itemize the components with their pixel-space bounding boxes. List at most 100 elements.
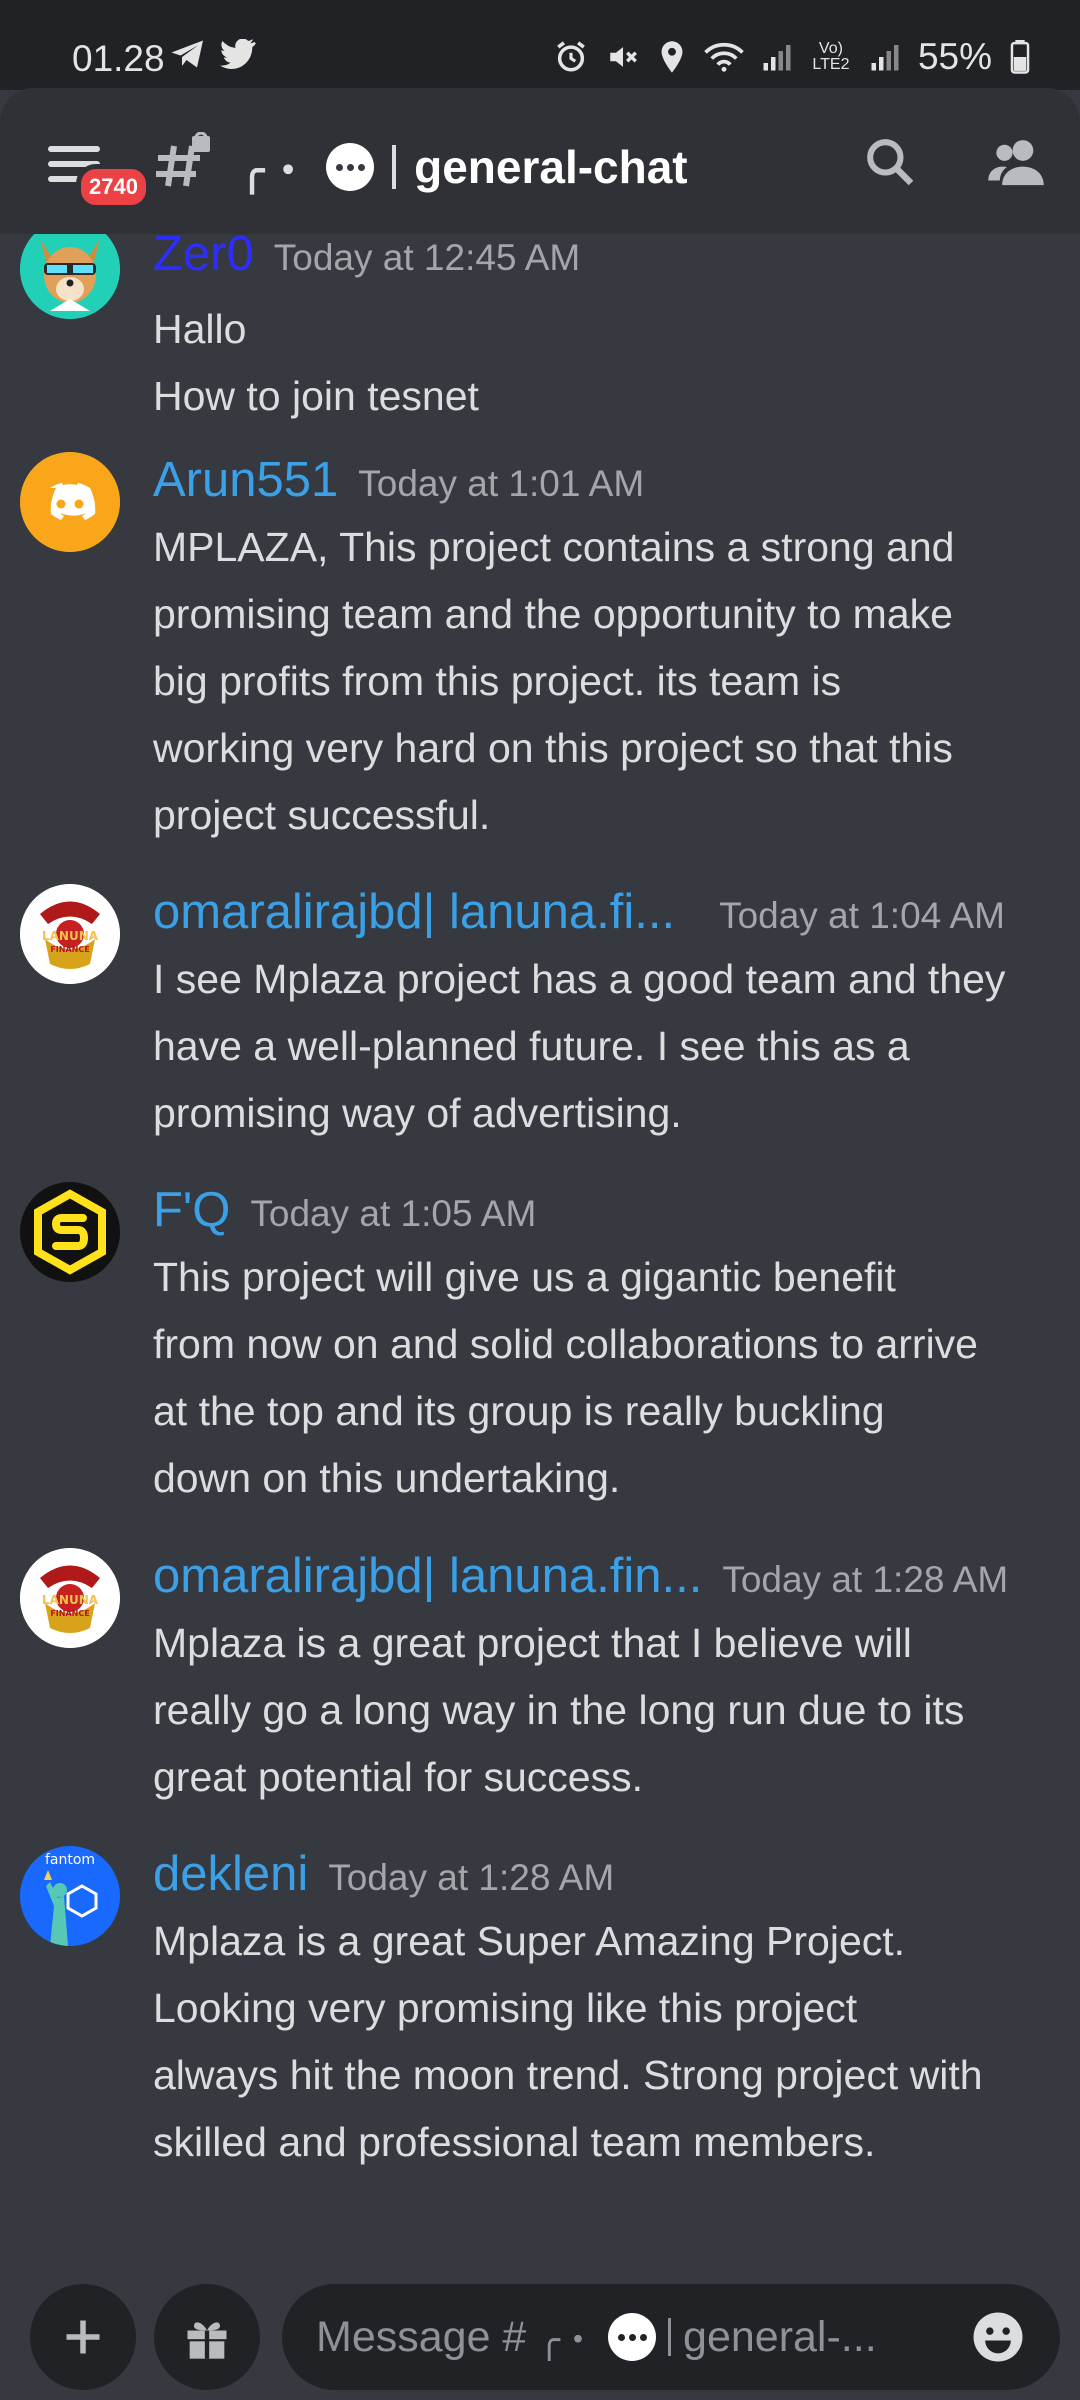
author-name[interactable]: dekleni [153, 1846, 308, 1902]
alarm-icon [557, 41, 585, 72]
avatar[interactable] [20, 452, 120, 552]
message-line: down on this undertaking. [153, 1455, 621, 1501]
status-left-icons [170, 38, 256, 70]
locked-channel-hash-icon [156, 132, 210, 187]
svg-text:fantom: fantom [45, 1852, 95, 1868]
message-line: always hit the moon trend. Strong projec… [153, 2052, 983, 2098]
status-bar: 01.28 Vo) LTE2 55% [0, 0, 1080, 90]
message-text: Mplaza is a great project that I believe… [153, 1610, 1063, 1811]
placeholder-suffix: general-... [683, 2312, 877, 2361]
emoji-icon[interactable] [970, 2309, 1026, 2365]
message-text: MPLAZA, This project contains a strong a… [153, 514, 1063, 849]
gift-button[interactable] [154, 2284, 260, 2390]
lanuna-finance-avatar-icon: LANUNA FINANCE [20, 1548, 120, 1648]
signal-icon-2 [871, 45, 899, 71]
discord-logo-icon [20, 452, 120, 552]
author-name[interactable]: F'Q [153, 1182, 230, 1238]
message-text: Mplaza is a great Super Amazing Project.… [153, 1908, 1063, 2176]
channel-title[interactable]: ╭・ general-chat [240, 132, 688, 202]
twitter-icon [220, 39, 256, 69]
message-line: promising team and the opportunity to ma… [153, 591, 953, 637]
speech-bubble-icon [608, 2313, 657, 2361]
author-name[interactable]: Zer0 [153, 234, 254, 282]
avatar[interactable] [20, 234, 120, 319]
lanuna-finance-avatar-icon: LANUNA FINANCE [20, 884, 120, 984]
message-line: working very hard on this project so tha… [153, 725, 953, 771]
message-line: project successful. [153, 792, 491, 838]
location-icon [661, 41, 683, 73]
status-time: 01.28 [72, 38, 165, 79]
message-line: Hallo [153, 306, 247, 352]
status-right-icons: Vo) LTE2 55% [554, 36, 1030, 78]
battery-level: 55% [917, 36, 992, 77]
avatar[interactable] [20, 1182, 120, 1282]
channel-divider [392, 145, 397, 189]
avatar[interactable]: fantom [20, 1846, 120, 1946]
message-line: have a well-planned future. I see this a… [153, 1023, 910, 1069]
hexagon-s-logo-icon [20, 1182, 120, 1282]
plus-icon [66, 2320, 100, 2354]
members-icon[interactable] [986, 134, 1046, 190]
avatar[interactable]: LANUNA FINANCE [20, 884, 120, 984]
author-name[interactable]: omaralirajbd| lanuna.fin... [153, 1548, 702, 1604]
message-header: F'Q Today at 1:05 AM [153, 1182, 536, 1238]
svg-text:LANUNA: LANUNA [42, 1593, 99, 1607]
network-type: Vo) LTE2 [812, 40, 850, 73]
mute-icon [610, 47, 637, 67]
search-icon[interactable] [862, 134, 918, 190]
message-line: great potential for success. [153, 1754, 643, 1800]
message-list[interactable]: Zer0 Today at 12:45 AM Hallo How to join… [0, 234, 1080, 2254]
svg-text:FINANCE: FINANCE [50, 1609, 89, 1618]
message-text: I see Mplaza project has a good team and… [153, 946, 1063, 1147]
author-name[interactable]: Arun551 [153, 452, 338, 508]
dog-avatar-icon [20, 234, 120, 319]
message-timestamp: Today at 1:04 AM [719, 895, 1005, 936]
avatar[interactable]: LANUNA FINANCE [20, 1548, 120, 1648]
signal-icon [763, 45, 791, 71]
message-line: This project will give us a gigantic ben… [153, 1254, 896, 1300]
channel-deco: ╭・ [240, 149, 313, 193]
message-line: Mplaza is a great Super Amazing Project. [153, 1918, 906, 1964]
message-timestamp: Today at 1:01 AM [358, 463, 645, 504]
message-text: This project will give us a gigantic ben… [153, 1244, 1063, 1512]
message-line: from now on and solid collaborations to … [153, 1321, 978, 1367]
fantom-statue-avatar-icon: fantom [20, 1846, 120, 1946]
battery-icon [1010, 40, 1030, 74]
wifi-icon [704, 42, 744, 72]
message-line: I see Mplaza project has a good team and… [153, 956, 1006, 1002]
message-line: skilled and professional team members. [153, 2119, 876, 2165]
message-header: Zer0 Today at 12:45 AM [153, 234, 580, 282]
gift-icon [187, 2322, 227, 2359]
message-line: really go a long way in the long run due… [153, 1687, 965, 1733]
message-line: MPLAZA, This project contains a strong a… [153, 524, 955, 570]
message-header: omaralirajbd| lanuna.fi... Today at 1:04… [153, 884, 1005, 940]
message-header: dekleni Today at 1:28 AM [153, 1846, 614, 1902]
message-header: Arun551 Today at 1:01 AM [153, 452, 644, 508]
speech-bubble-icon [326, 143, 375, 191]
channel-name: general-chat [414, 141, 688, 193]
message-timestamp: Today at 1:05 AM [250, 1193, 537, 1234]
notification-badge: 2740 [76, 164, 151, 210]
message-line: big profits from this project. its team … [153, 658, 842, 704]
author-name[interactable]: omaralirajbd| lanuna.fi... [153, 884, 675, 940]
message-timestamp: Today at 12:45 AM [273, 237, 581, 278]
message-placeholder: Message # ╭・ general-... [316, 2311, 877, 2363]
svg-text:FINANCE: FINANCE [50, 945, 89, 954]
channel-header: 2740 ╭・ general-chat [0, 88, 1080, 234]
message-line: at the top and its group is really buckl… [153, 1388, 885, 1434]
message-line: promising way of advertising. [153, 1090, 682, 1136]
message-line: Mplaza is a great project that I believe… [153, 1620, 912, 1666]
add-attachment-button[interactable] [30, 2284, 136, 2390]
message-input[interactable]: Message # ╭・ general-... [282, 2284, 1060, 2390]
placeholder-divider [668, 2318, 672, 2356]
message-timestamp: Today at 1:28 AM [328, 1857, 615, 1898]
placeholder-prefix: Message # [316, 2312, 527, 2361]
svg-text:LANUNA: LANUNA [42, 929, 99, 943]
message-header: omaralirajbd| lanuna.fin... Today at 1:2… [153, 1548, 1008, 1604]
message-timestamp: Today at 1:28 AM [722, 1559, 1009, 1600]
telegram-icon [171, 40, 203, 68]
message-composer: Message # ╭・ general-... [0, 2254, 1080, 2400]
message-line: How to join tesnet [153, 373, 479, 419]
message-line: Looking very promising like this project [153, 1985, 858, 2031]
placeholder-deco: ╭・ [538, 2319, 597, 2360]
